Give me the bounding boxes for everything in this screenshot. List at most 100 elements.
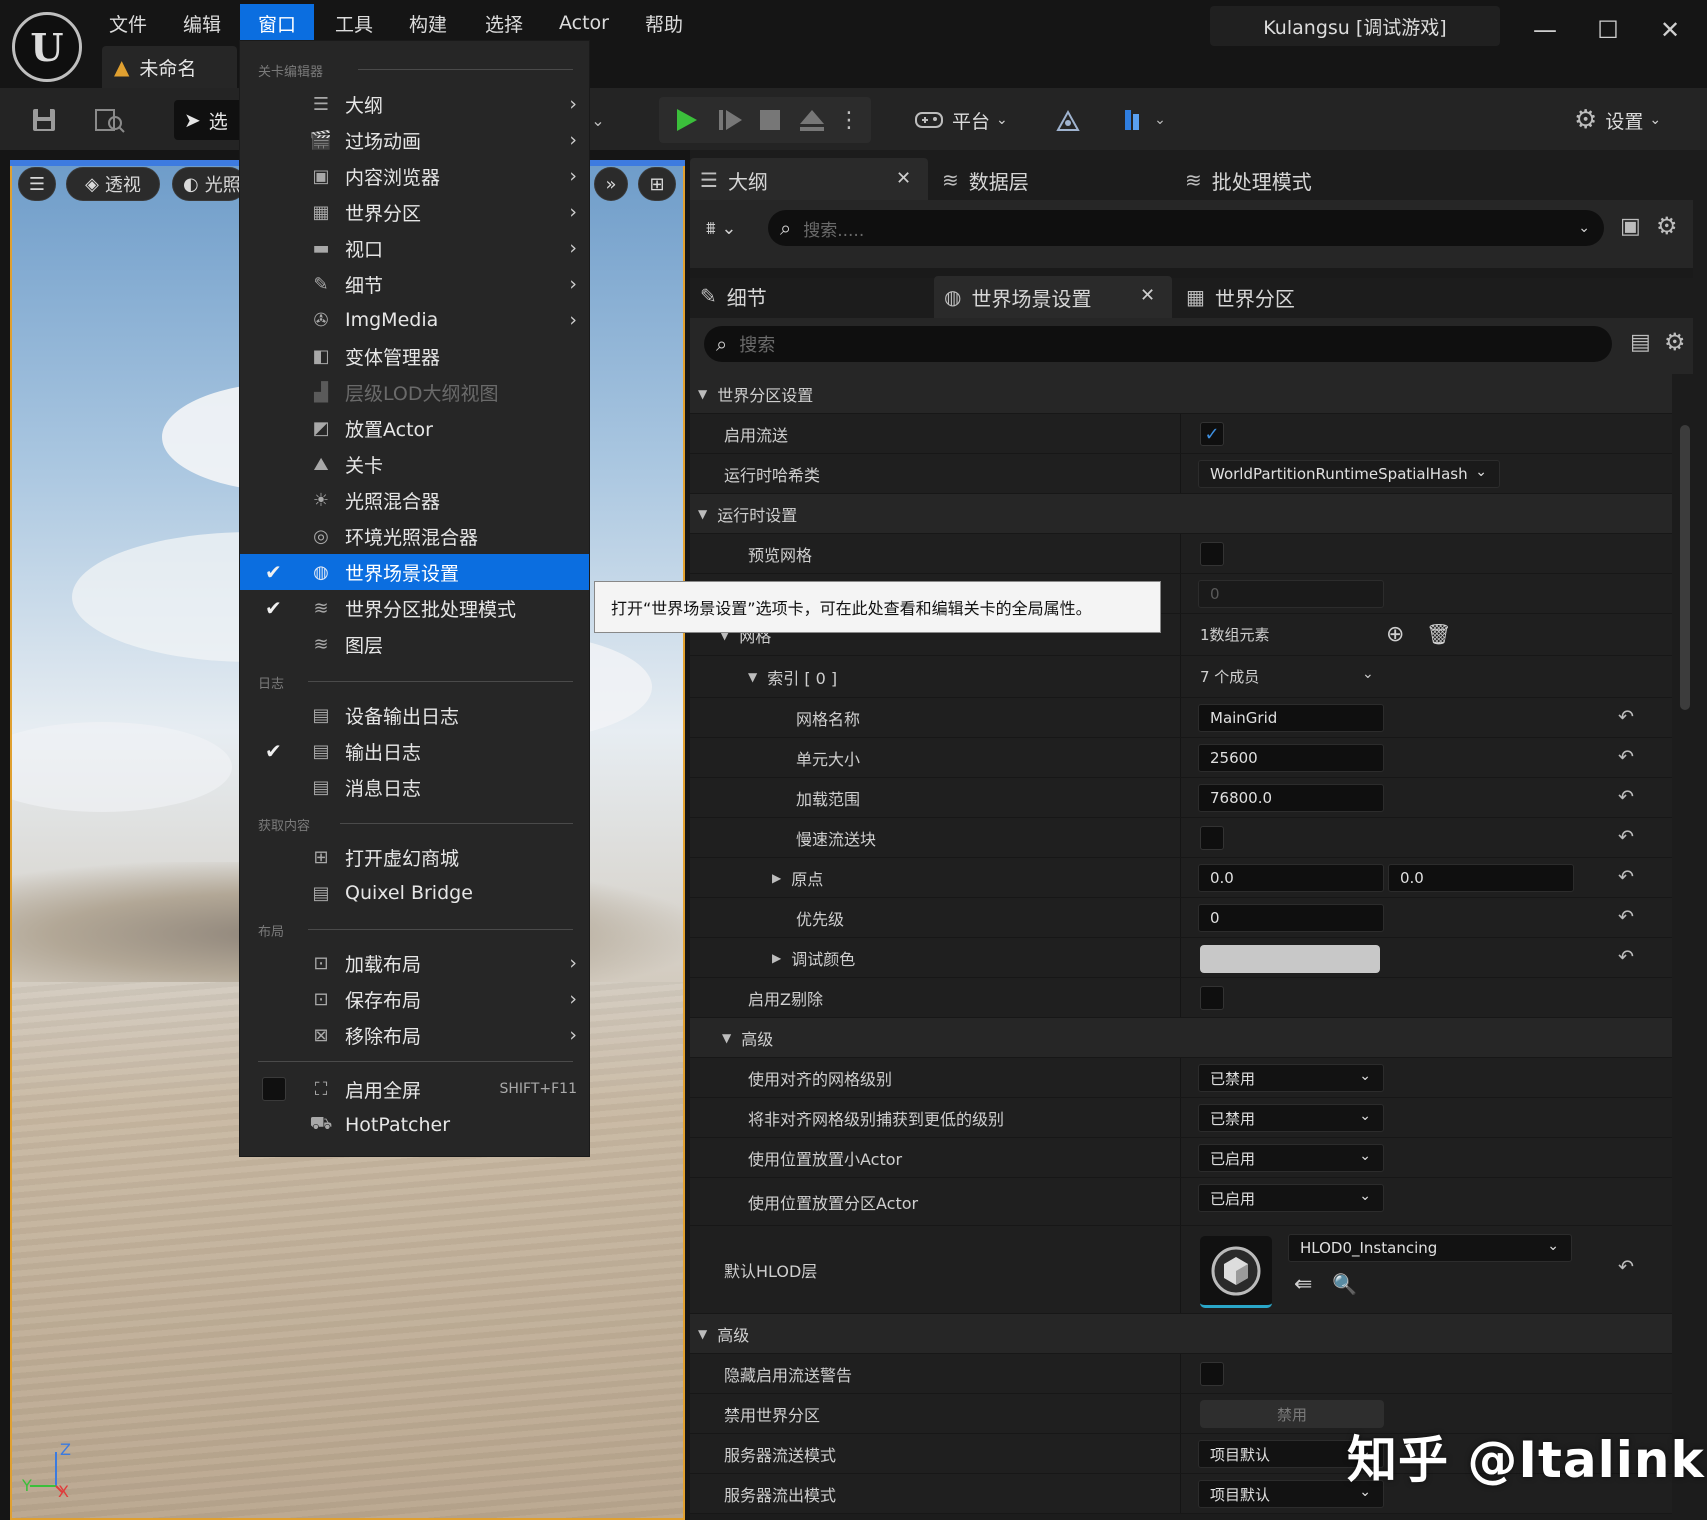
packaging-icon[interactable] bbox=[1050, 102, 1086, 138]
menu-item-output-log[interactable]: ✔ ▤ 输出日志 bbox=[240, 733, 589, 769]
menu-item-marketplace[interactable]: ⊞ 打开虚幻商城 bbox=[240, 839, 589, 875]
close-tab-icon[interactable]: ✕ bbox=[1140, 285, 1155, 306]
close-tab-icon[interactable]: ✕ bbox=[896, 168, 911, 189]
minimize-icon[interactable]: — bbox=[1525, 10, 1565, 50]
maximize-icon[interactable]: ☐ bbox=[1588, 10, 1628, 50]
close-window-icon[interactable]: ✕ bbox=[1650, 10, 1690, 50]
place-small-actors-dropdown[interactable]: 已启用 ⌄ bbox=[1198, 1144, 1384, 1172]
menu-item-env-light-mixer[interactable]: ◎ 环境光照混合器 bbox=[240, 518, 589, 554]
lighting-button[interactable]: ◐ 光照 bbox=[172, 167, 246, 201]
menu-build[interactable]: 构建 bbox=[396, 4, 460, 42]
details-scrollbar[interactable] bbox=[1680, 425, 1690, 710]
reset-icon[interactable]: ↶ bbox=[1618, 906, 1634, 928]
origin-x-input[interactable]: 0.0 bbox=[1198, 864, 1384, 892]
menu-item-world-settings[interactable]: ✔ ◍ 世界场景设置 bbox=[240, 554, 589, 590]
eject-icon[interactable] bbox=[794, 102, 830, 138]
cell-size-input[interactable]: 25600 bbox=[1198, 744, 1384, 772]
filter-icon[interactable]: ⩩ ⌄ bbox=[706, 212, 756, 244]
block-slow-streaming-checkbox[interactable] bbox=[1200, 826, 1224, 850]
menu-window[interactable]: 窗口 bbox=[240, 4, 314, 42]
gear-icon[interactable]: ⚙ bbox=[1656, 212, 1678, 240]
menu-item-outliner[interactable]: ☰ 大纲 › bbox=[240, 86, 589, 122]
trash-icon[interactable]: 🗑 bbox=[1426, 622, 1451, 646]
debug-color-swatch[interactable] bbox=[1200, 945, 1380, 973]
menu-item-load-layout[interactable]: ⊡ 加载布局 › bbox=[240, 945, 589, 981]
category-advanced-2[interactable]: ▼ 高级 bbox=[690, 1314, 1672, 1354]
enable-streaming-checkbox[interactable]: ✓ bbox=[1200, 422, 1224, 446]
unreal-plugin-icon[interactable]: ⌄ bbox=[1114, 102, 1174, 138]
select-mode-button[interactable]: ➤ 选 bbox=[174, 100, 244, 140]
menu-item-message-log[interactable]: ▤ 消息日志 bbox=[240, 769, 589, 805]
aligned-grid-levels-dropdown[interactable]: 已禁用 ⌄ bbox=[1198, 1064, 1384, 1092]
tab-details[interactable]: ✎ 细节 bbox=[700, 276, 767, 316]
menu-item-content-browser[interactable]: ▣ 内容浏览器 › bbox=[240, 158, 589, 194]
menu-item-fullscreen[interactable]: ⛶ 启用全屏 SHIFT+F11 bbox=[240, 1071, 589, 1107]
grid-name-input[interactable]: MainGrid bbox=[1198, 704, 1384, 732]
place-partitioned-actors-dropdown[interactable]: 已启用 ⌄ bbox=[1198, 1184, 1384, 1212]
category-runtime[interactable]: ▼ 运行时设置 bbox=[690, 494, 1672, 534]
project-tab[interactable]: ▲ 未命名 bbox=[102, 46, 237, 88]
add-element-icon[interactable]: ⊕ bbox=[1386, 622, 1404, 647]
hlod-layer-dropdown[interactable]: HLOD0_Instancing ⌄ bbox=[1288, 1234, 1572, 1262]
reset-icon[interactable]: ↶ bbox=[1618, 866, 1634, 888]
reset-icon[interactable]: ↶ bbox=[1618, 706, 1634, 728]
menu-edit[interactable]: 编辑 bbox=[170, 4, 234, 42]
details-search-input[interactable]: ⌕ 搜索 bbox=[704, 326, 1612, 362]
tab-world-settings[interactable]: ◍ 世界场景设置 bbox=[944, 277, 1091, 317]
menu-item-quixel-bridge[interactable]: ▤ Quixel Bridge bbox=[240, 875, 589, 911]
tab-data-layers[interactable]: ≋ 数据层 bbox=[942, 160, 1029, 200]
tab-world-partition[interactable]: ▦ 世界分区 bbox=[1186, 277, 1295, 317]
save-icon[interactable] bbox=[26, 102, 62, 138]
menu-item-imgmedia[interactable]: ✇ ImgMedia › bbox=[240, 302, 589, 338]
tab-outliner[interactable]: ☰ 大纲 bbox=[700, 160, 768, 200]
category-world-partition[interactable]: ▼ 世界分区设置 bbox=[690, 374, 1672, 414]
browse-asset-icon[interactable]: 🔍 bbox=[1332, 1272, 1357, 1296]
expand-toolbar-icon[interactable]: » bbox=[594, 167, 628, 201]
menu-item-levels[interactable]: ⛰ 关卡 bbox=[240, 446, 589, 482]
layout-grid-icon[interactable]: ⊞ bbox=[638, 167, 676, 201]
hlod-thumbnail[interactable] bbox=[1200, 1236, 1272, 1308]
reset-icon[interactable]: ↶ bbox=[1618, 1256, 1634, 1278]
origin-y-input[interactable]: 0.0 bbox=[1388, 864, 1574, 892]
tab-batch-mode[interactable]: ≋ 批处理模式 bbox=[1185, 160, 1312, 200]
menu-item-place-actors[interactable]: ◩ 放置Actor bbox=[240, 410, 589, 446]
reset-icon[interactable]: ↶ bbox=[1618, 826, 1634, 848]
priority-input[interactable]: 0 bbox=[1198, 904, 1384, 932]
reset-icon[interactable]: ↶ bbox=[1618, 946, 1634, 968]
reset-icon[interactable]: ↶ bbox=[1618, 746, 1634, 768]
hide-streaming-warning-checkbox[interactable] bbox=[1200, 1362, 1224, 1386]
preview-grids-checkbox[interactable] bbox=[1200, 542, 1224, 566]
menu-item-viewport[interactable]: ▬ 视口 › bbox=[240, 230, 589, 266]
menu-item-remove-layout[interactable]: ⊠ 移除布局 › bbox=[240, 1017, 589, 1053]
menu-select[interactable]: 选择 bbox=[472, 4, 536, 42]
menu-file[interactable]: 文件 bbox=[96, 4, 160, 42]
menu-item-layers[interactable]: ≋ 图层 bbox=[240, 626, 589, 662]
perspective-button[interactable]: ◈ 透视 bbox=[66, 167, 160, 201]
menu-actor[interactable]: Actor bbox=[552, 4, 616, 42]
menu-help[interactable]: 帮助 bbox=[632, 4, 696, 42]
menu-item-wp-batch-mode[interactable]: ✔ ≋ 世界分区批处理模式 bbox=[240, 590, 589, 626]
snap-nonaligned-dropdown[interactable]: 已禁用 ⌄ bbox=[1198, 1104, 1384, 1132]
menu-item-world-partition[interactable]: ▦ 世界分区 › bbox=[240, 194, 589, 230]
menu-item-device-output-log[interactable]: ▤ 设备输出日志 bbox=[240, 697, 589, 733]
menu-tools[interactable]: 工具 bbox=[322, 4, 386, 42]
menu-item-variant-manager[interactable]: ◧ 变体管理器 bbox=[240, 338, 589, 374]
stop-icon[interactable] bbox=[752, 102, 788, 138]
platform-button[interactable]: 平台 ⌄ bbox=[914, 100, 1020, 140]
menu-item-details[interactable]: ✎ 细节 › bbox=[240, 266, 589, 302]
settings-button[interactable]: ⚙ 设置 ⌄ bbox=[1574, 100, 1684, 140]
use-selected-icon[interactable]: ⇚ bbox=[1294, 1272, 1312, 1297]
menu-item-save-layout[interactable]: ⊡ 保存布局 › bbox=[240, 981, 589, 1017]
play-icon[interactable] bbox=[668, 102, 704, 138]
preview-level-input[interactable]: 0 bbox=[1198, 580, 1384, 608]
table-view-icon[interactable]: ▤ bbox=[1630, 330, 1651, 355]
content-browser-icon[interactable] bbox=[90, 102, 130, 138]
menu-item-light-mixer[interactable]: ☀ 光照混合器 bbox=[240, 482, 589, 518]
unreal-logo-icon[interactable]: U bbox=[12, 12, 82, 82]
viewport-menu-icon[interactable]: ☰ bbox=[18, 167, 56, 201]
reset-icon[interactable]: ↶ bbox=[1618, 786, 1634, 808]
menu-item-cinematics[interactable]: 🎬 过场动画 › bbox=[240, 122, 589, 158]
step-icon[interactable] bbox=[712, 102, 748, 138]
add-folder-icon[interactable]: ▣ bbox=[1620, 214, 1641, 239]
chevron-down-icon[interactable]: ⌄ bbox=[1362, 666, 1374, 682]
